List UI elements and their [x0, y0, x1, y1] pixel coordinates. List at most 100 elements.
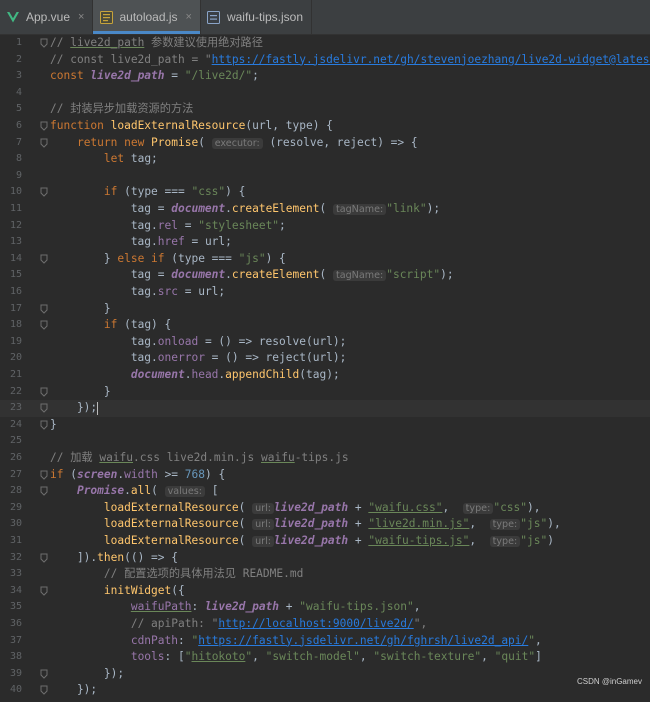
code-line[interactable]: 3 const live2d_path = "/live2d/"; [0, 68, 650, 85]
code-line[interactable]: 13 tag.href = url; [0, 234, 650, 251]
line-number: 35 [0, 599, 22, 616]
code-text: // 配置选项的具体用法见 README.md [50, 566, 303, 583]
code-editor[interactable]: 1// live2d_path 参数建议使用绝对路径2 // const live… [0, 34, 650, 690]
fold-marker-icon[interactable] [40, 685, 48, 702]
code-line[interactable]: 23 }); [0, 400, 650, 417]
line-number: 1 [0, 35, 22, 52]
code-line[interactable]: 18 if (tag) { [0, 317, 650, 334]
code-text: return new Promise( executor: (resolve, … [50, 135, 418, 153]
parameter-hint: type: [463, 503, 494, 514]
line-number: 17 [0, 301, 22, 318]
code-line[interactable]: 29 loadExternalResource( url:live2d_path… [0, 500, 650, 517]
code-line[interactable]: 5// 封装异步加载资源的方法 [0, 101, 650, 118]
line-number: 39 [0, 666, 22, 683]
code-line[interactable]: 9 [0, 168, 650, 185]
code-line[interactable]: 30 loadExternalResource( url:live2d_path… [0, 516, 650, 533]
code-line[interactable]: 2 // const live2d_path = "https://fastly.… [0, 52, 650, 69]
line-number: 3 [0, 68, 22, 85]
code-text: }); [50, 666, 124, 683]
json-file-icon [207, 10, 221, 24]
code-line[interactable]: 4 [0, 85, 650, 102]
code-line[interactable]: 19 tag.onload = () => resolve(url); [0, 334, 650, 351]
code-line[interactable]: 15 tag = document.createElement( tagName… [0, 267, 650, 284]
code-text: if (screen.width >= 768) { [50, 467, 225, 484]
line-number: 21 [0, 367, 22, 384]
line-number: 22 [0, 384, 22, 401]
code-line[interactable]: 38 tools: ["hitokoto", "switch-model", "… [0, 649, 650, 666]
code-text: tag.onload = () => resolve(url); [50, 334, 346, 351]
close-icon[interactable]: × [78, 11, 84, 23]
code-text: tools: ["hitokoto", "switch-model", "swi… [50, 649, 542, 666]
line-number: 2 [0, 52, 22, 69]
watermark: CSDN @inGamev [577, 677, 642, 686]
code-line[interactable]: 1// live2d_path 参数建议使用绝对路径 [0, 35, 650, 52]
code-line[interactable]: 17 } [0, 301, 650, 318]
code-line[interactable]: 14 } else if (type === "js") { [0, 251, 650, 268]
tab-app-vue[interactable]: App.vue × [0, 0, 93, 34]
code-text: const live2d_path = "/live2d/"; [50, 68, 259, 85]
code-text: } [50, 384, 111, 401]
code-text: tag.href = url; [50, 234, 232, 251]
line-number: 31 [0, 533, 22, 550]
code-line[interactable]: 24} [0, 417, 650, 434]
line-number: 18 [0, 317, 22, 334]
code-text: // 封装异步加载资源的方法 [50, 101, 193, 118]
code-line[interactable]: 8 let tag; [0, 151, 650, 168]
code-line[interactable]: 25 [0, 433, 650, 450]
code-text: document.head.appendChild(tag); [50, 367, 340, 384]
code-text: ]).then(() => { [50, 550, 178, 567]
line-number: 7 [0, 135, 22, 152]
code-line[interactable]: 16 tag.src = url; [0, 284, 650, 301]
code-line[interactable]: 35 waifuPath: live2d_path + "waifu-tips.… [0, 599, 650, 616]
tab-label: waifu-tips.json [227, 10, 303, 24]
line-number: 30 [0, 516, 22, 533]
code-text: tag.rel = "stylesheet"; [50, 218, 286, 235]
code-text: tag.src = url; [50, 284, 225, 301]
code-text: function loadExternalResource(url, type)… [50, 118, 333, 135]
code-line[interactable]: 7 return new Promise( executor: (resolve… [0, 135, 650, 152]
code-line[interactable]: 20 tag.onerror = () => reject(url); [0, 350, 650, 367]
parameter-hint: values: [165, 486, 205, 497]
code-line[interactable]: 39 }); [0, 666, 650, 683]
code-text: // apiPath: "http://localhost:9000/live2… [50, 616, 427, 633]
code-line[interactable]: 10 if (type === "css") { [0, 184, 650, 201]
code-line[interactable]: 21 document.head.appendChild(tag); [0, 367, 650, 384]
code-line[interactable]: 36 // apiPath: "http://localhost:9000/li… [0, 616, 650, 633]
code-text: if (type === "css") { [50, 184, 245, 201]
editor-tab-bar: App.vue × autoload.js × waifu-tips.json [0, 0, 650, 35]
code-text: loadExternalResource( url:live2d_path + … [50, 516, 561, 534]
code-text: if (tag) { [50, 317, 171, 334]
code-line[interactable]: 6 function loadExternalResource(url, type… [0, 118, 650, 135]
line-number: 38 [0, 649, 22, 666]
code-line[interactable]: 34 initWidget({ [0, 583, 650, 600]
parameter-hint: executor: [212, 138, 263, 149]
line-number: 33 [0, 566, 22, 583]
line-number: 23 [0, 400, 22, 417]
line-number: 28 [0, 483, 22, 500]
code-line[interactable]: 32 ]).then(() => { [0, 550, 650, 567]
code-line[interactable]: 12 tag.rel = "stylesheet"; [0, 218, 650, 235]
close-icon[interactable]: × [186, 11, 192, 23]
line-number: 36 [0, 616, 22, 633]
line-number: 12 [0, 218, 22, 235]
line-number: 4 [0, 85, 22, 102]
code-line[interactable]: 11 tag = document.createElement( tagName… [0, 201, 650, 218]
code-text: // const live2d_path = "https://fastly.j… [50, 52, 650, 69]
tab-label: autoload.js [119, 10, 177, 24]
code-text: tag = document.createElement( tagName:"l… [50, 201, 440, 219]
code-line[interactable]: 22 } [0, 384, 650, 401]
code-line[interactable]: 27if (screen.width >= 768) { [0, 467, 650, 484]
parameter-hint: type: [490, 519, 521, 530]
code-line[interactable]: 33 // 配置选项的具体用法见 README.md [0, 566, 650, 583]
tab-autoload-js[interactable]: autoload.js × [93, 0, 200, 34]
code-line[interactable]: 28 Promise.all( values: [ [0, 483, 650, 500]
tab-waifu-tips-json[interactable]: waifu-tips.json [201, 0, 312, 34]
line-number: 11 [0, 201, 22, 218]
code-text: loadExternalResource( url:live2d_path + … [50, 500, 541, 518]
code-line[interactable]: 37 cdnPath: "https://fastly.jsdelivr.net… [0, 633, 650, 650]
code-text: } [50, 417, 57, 434]
line-number: 6 [0, 118, 22, 135]
code-line[interactable]: 40 }); [0, 682, 650, 699]
code-line[interactable]: 31 loadExternalResource( url:live2d_path… [0, 533, 650, 550]
code-line[interactable]: 26// 加载 waifu.css live2d.min.js waifu-ti… [0, 450, 650, 467]
